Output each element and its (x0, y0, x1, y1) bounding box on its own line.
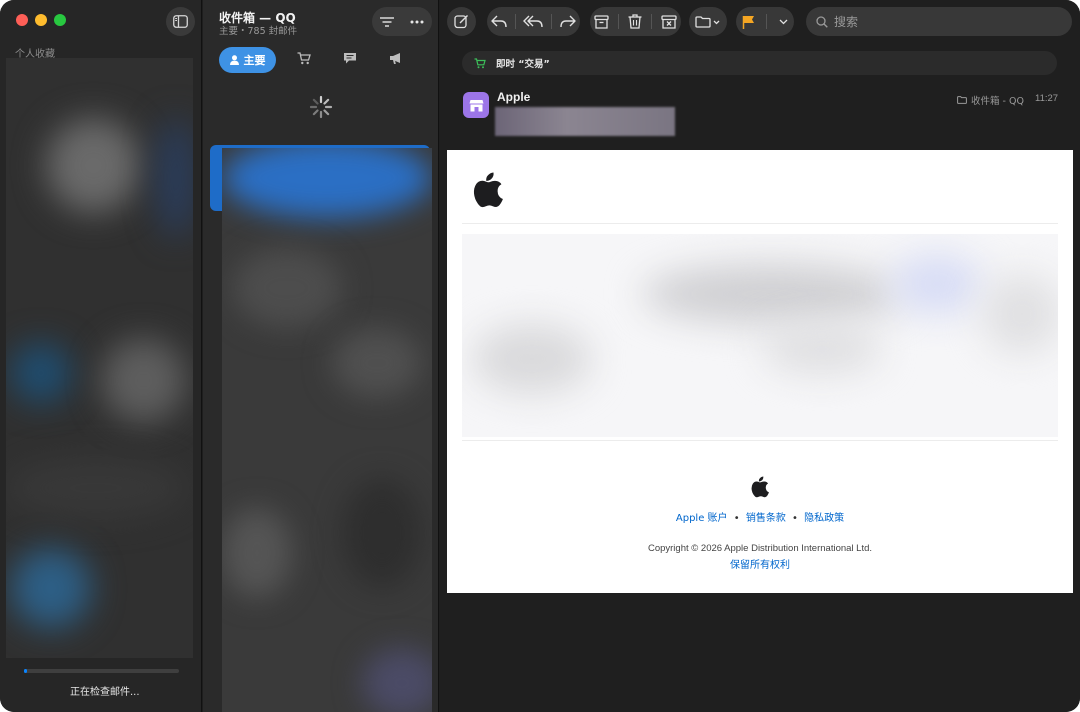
sidebar-mailbox-list-redacted (6, 58, 193, 658)
message-list-pane: 收件箱 — QQ 主要・785 封邮件 主要 (203, 0, 439, 712)
toolbar-separator (551, 14, 553, 29)
category-tab-primary[interactable]: 主要 (219, 47, 276, 73)
category-banner-text: 即时 “交易” (496, 59, 550, 70)
forward-icon (560, 15, 576, 28)
footer-links: Apple 账户 • 销售条款 • 隐私政策 (447, 509, 1073, 524)
category-tab-updates[interactable] (343, 52, 357, 65)
filter-icon (380, 16, 394, 27)
link-separator: • (792, 513, 798, 524)
sender-avatar (463, 92, 489, 118)
cart-icon (474, 57, 486, 68)
search-icon (816, 15, 828, 28)
copyright-text: Copyright © 2026 Apple Distribution Inte… (647, 543, 873, 554)
archive-icon (594, 14, 610, 29)
move-to-folder-button[interactable] (689, 7, 727, 36)
megaphone-icon (390, 53, 400, 64)
filter-button[interactable] (380, 16, 394, 27)
more-icon (410, 20, 424, 23)
reply-actions-group (487, 7, 580, 36)
terms-of-sale-link[interactable]: 销售条款 (746, 513, 786, 524)
chevron-down-icon (779, 19, 788, 24)
cart-icon (297, 52, 311, 65)
sync-status-text: 正在检查邮件... (70, 687, 140, 698)
category-tab-promotions[interactable] (389, 52, 403, 65)
toolbar-separator (650, 14, 652, 29)
flag-button[interactable] (742, 15, 755, 29)
message-mailbox: 收件箱 - QQ (957, 93, 1024, 107)
search-field[interactable]: 搜索 (806, 7, 1072, 36)
reply-all-icon (523, 15, 544, 28)
flag-icon (742, 15, 754, 29)
message-icon (344, 53, 356, 64)
body-divider (462, 440, 1058, 441)
sidebar: 个人收藏 正在检查邮件... (0, 0, 202, 712)
all-rights-reserved-link[interactable]: 保留所有权利 (447, 556, 1073, 571)
mail-check-progress (24, 669, 179, 673)
link-separator: • (733, 513, 740, 524)
person-icon (229, 55, 239, 65)
list-actions-group (372, 7, 432, 36)
folder-with-chevron-icon (695, 15, 720, 28)
minimize-window-button[interactable] (35, 14, 47, 26)
message-category-banner[interactable]: 即时 “交易” (462, 51, 1057, 75)
toolbar-separator (766, 14, 768, 29)
store-icon (469, 99, 483, 111)
zoom-window-button[interactable] (54, 14, 66, 26)
compose-icon (454, 15, 468, 29)
junk-button[interactable] (660, 14, 677, 29)
message-mailbox-label: 收件箱 - QQ (971, 96, 1024, 107)
mail-check-progress-fill (24, 669, 28, 673)
apple-account-link[interactable]: Apple 账户 (676, 513, 728, 524)
message-actions-group (590, 7, 681, 36)
apple-logo-icon (751, 476, 769, 498)
email-content-redacted (462, 234, 1058, 437)
delete-button[interactable] (628, 14, 642, 29)
sidebar-toggle-button[interactable] (166, 7, 195, 36)
message-time: 11:27 (1035, 93, 1059, 104)
compose-button[interactable] (447, 7, 476, 36)
toolbar-separator (514, 14, 516, 29)
category-tab-primary-label: 主要 (243, 54, 266, 67)
folder-icon (957, 96, 967, 104)
sender-name: Apple (497, 90, 531, 104)
window-controls (16, 14, 66, 26)
close-window-button[interactable] (16, 14, 28, 26)
loading-spinner-icon (309, 95, 333, 119)
reading-pane: 搜索 即时 “交易” Apple 收件箱 - QQ 11:27 Apple 账户… (440, 0, 1080, 712)
sidebar-icon (173, 15, 188, 28)
apple-logo-icon (473, 172, 503, 208)
junk-icon (660, 14, 677, 29)
trash-icon (628, 14, 642, 29)
mail-window: 个人收藏 正在检查邮件... 收件箱 — QQ 主要・785 封邮件 主要 搜索… (0, 0, 1080, 712)
archive-button[interactable] (594, 14, 610, 29)
flag-menu-button[interactable] (779, 19, 788, 25)
reply-button[interactable] (491, 15, 507, 28)
email-body: Apple 账户 • 销售条款 • 隐私政策 Copyright © 2026 … (447, 150, 1073, 593)
message-list-redacted (222, 148, 432, 712)
mailbox-subtitle: 主要・785 封邮件 (219, 26, 298, 37)
subject-redacted (495, 107, 675, 136)
reply-all-button[interactable] (523, 15, 544, 28)
toolbar-separator (618, 14, 620, 29)
search-placeholder: 搜索 (834, 15, 859, 29)
privacy-policy-link[interactable]: 隐私政策 (804, 513, 844, 524)
flag-group (736, 7, 794, 36)
category-tab-transactions[interactable] (297, 52, 311, 65)
reply-icon (491, 15, 507, 28)
more-options-button[interactable] (410, 20, 424, 24)
body-divider (462, 223, 1058, 224)
forward-button[interactable] (560, 15, 576, 28)
category-tabs: 主要 (203, 45, 439, 77)
